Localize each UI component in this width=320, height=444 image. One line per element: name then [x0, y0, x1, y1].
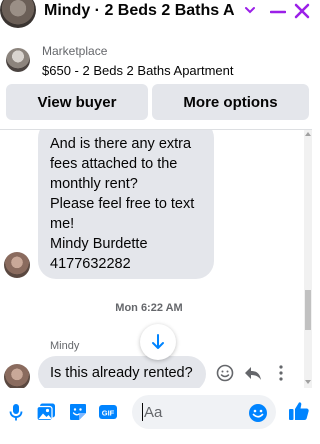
message-line: 4177632282 — [50, 256, 131, 272]
listing-summary[interactable]: Marketplace $650 - 2 Beds 2 Baths Apartm… — [0, 38, 312, 84]
sender-avatar[interactable] — [4, 252, 30, 278]
sender-name: Mindy — [50, 340, 80, 352]
scroll-down-arrow-icon[interactable] — [305, 380, 311, 384]
scroll-to-bottom-button[interactable] — [140, 324, 176, 360]
react-icon[interactable] — [216, 364, 234, 382]
chat-header: Mindy · 2 Beds 2 Baths Ap... — [0, 0, 312, 28]
message-line: Please feel free to text — [50, 196, 195, 212]
listing-title: $650 - 2 Beds 2 Baths Apartment — [42, 63, 234, 78]
message-input-placeholder: Aa — [144, 403, 163, 421]
message-line: fees attached to the — [50, 156, 178, 172]
more-dots-icon[interactable] — [276, 364, 286, 382]
view-buyer-button[interactable]: View buyer — [6, 84, 148, 120]
message-bubble[interactable]: And is there any extra fees attached to … — [38, 130, 214, 279]
message-bubble[interactable]: Is this already rented? — [38, 356, 206, 388]
message-thread: And is there any extra fees attached to … — [0, 130, 312, 388]
message-line: And is there any extra — [50, 136, 192, 152]
gif-icon[interactable]: GIF — [98, 402, 118, 422]
reply-icon[interactable] — [244, 365, 262, 381]
listing-source: Marketplace — [42, 44, 108, 58]
text-caret — [142, 403, 143, 421]
avatar[interactable] — [0, 0, 36, 28]
chevron-down-icon[interactable] — [244, 3, 256, 17]
sticker-icon[interactable] — [68, 402, 88, 422]
mic-icon[interactable] — [6, 402, 26, 422]
more-options-button[interactable]: More options — [152, 84, 309, 120]
action-buttons: View buyer More options — [0, 84, 312, 122]
minimize-icon[interactable] — [270, 4, 286, 18]
scrollbar[interactable] — [304, 130, 312, 388]
like-icon[interactable] — [288, 400, 310, 422]
message-composer: GIF Aa — [0, 392, 312, 432]
close-icon[interactable] — [294, 3, 310, 19]
scrollbar-thumb[interactable] — [305, 290, 311, 330]
svg-text:GIF: GIF — [102, 409, 115, 418]
arrow-down-icon — [152, 334, 164, 349]
message-timestamp: Mon 6:22 AM — [115, 302, 183, 314]
photo-icon[interactable] — [36, 402, 56, 422]
chat-title[interactable]: Mindy · 2 Beds 2 Baths Ap... — [44, 2, 234, 20]
scroll-up-arrow-icon[interactable] — [305, 132, 311, 136]
message-line: me! — [50, 216, 75, 232]
sender-avatar[interactable] — [4, 364, 30, 388]
listing-thumbnail — [6, 48, 30, 72]
message-line: Mindy Burdette — [50, 236, 148, 252]
emoji-icon[interactable] — [248, 403, 268, 423]
message-line: monthly rent? — [50, 176, 138, 192]
